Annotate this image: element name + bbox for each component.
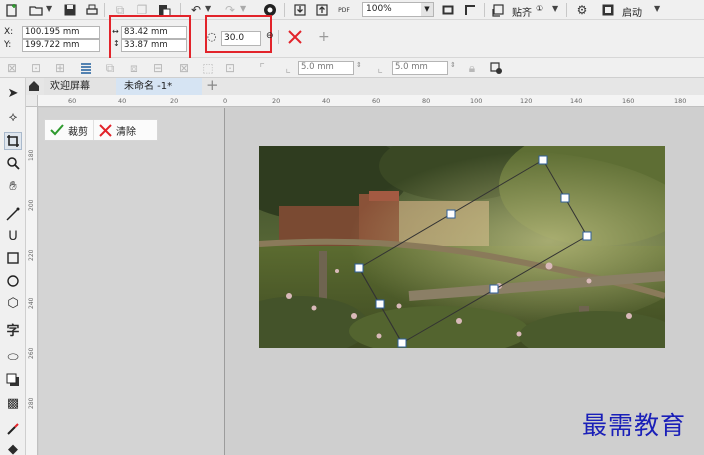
crop-handle[interactable] xyxy=(397,338,407,348)
crop-handle[interactable] xyxy=(489,284,499,294)
crop-selection-overlay[interactable] xyxy=(0,0,704,455)
crop-handle[interactable] xyxy=(375,299,385,309)
crop-handle[interactable] xyxy=(354,263,364,273)
watermark-text: 最需教育 xyxy=(582,411,687,440)
crop-handle[interactable] xyxy=(560,193,570,203)
crop-handle[interactable] xyxy=(582,231,592,241)
crop-handle[interactable] xyxy=(446,209,456,219)
crop-handle[interactable] xyxy=(538,155,548,165)
